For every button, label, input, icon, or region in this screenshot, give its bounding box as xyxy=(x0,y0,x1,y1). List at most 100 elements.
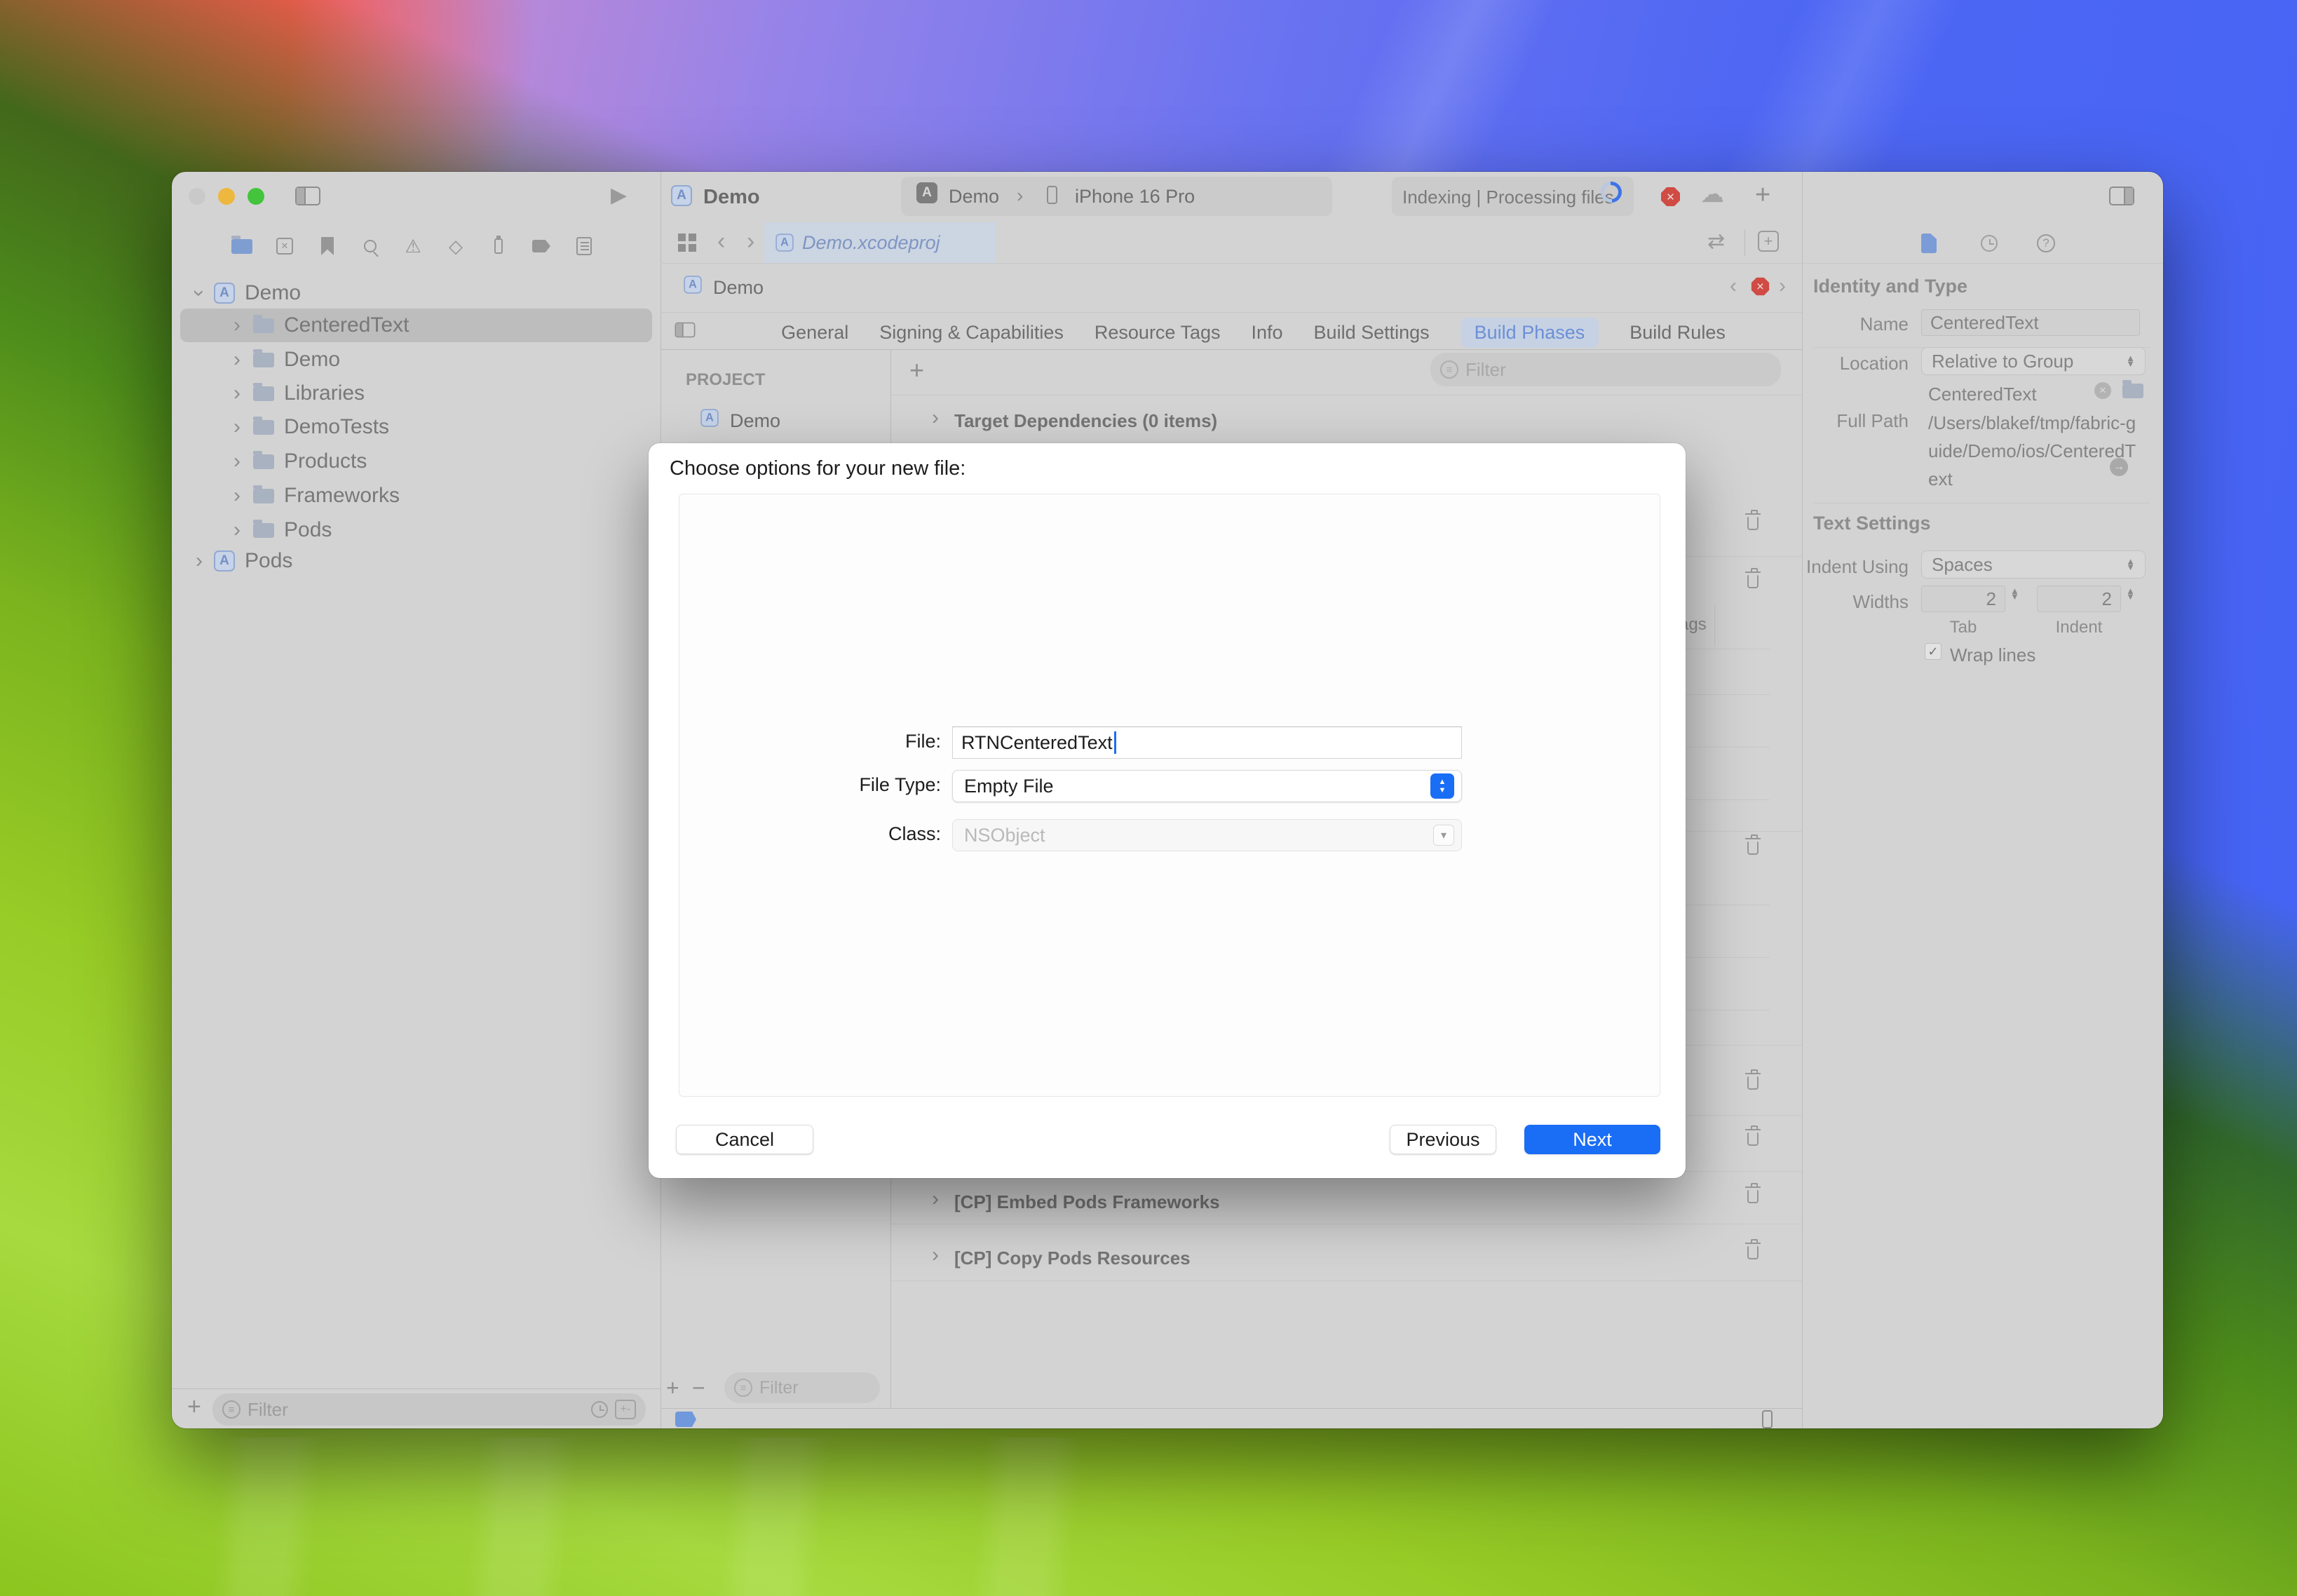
tag-indicator-icon[interactable] xyxy=(675,1412,696,1427)
tree-label[interactable]: DemoTests xyxy=(284,415,389,439)
bookmark-icon[interactable] xyxy=(313,232,341,260)
reveal-arrow-icon[interactable]: → xyxy=(2110,458,2128,476)
disclosure-chevron-icon[interactable]: › xyxy=(233,451,240,472)
disclosure-chevron-icon[interactable]: › xyxy=(932,1189,939,1210)
scheme-project-label[interactable]: Demo xyxy=(949,186,999,208)
add-editor-icon[interactable]: + xyxy=(1758,231,1779,252)
zoom-button[interactable] xyxy=(248,188,264,205)
add-file-button[interactable]: + xyxy=(187,1393,201,1421)
spray-icon[interactable] xyxy=(485,232,513,260)
file-type-popup[interactable]: Empty File ▲▼ xyxy=(952,770,1462,802)
indent-using-popup[interactable]: Spaces ▲▼ xyxy=(1921,550,2146,579)
swap-editor-icon[interactable]: ⇄ xyxy=(1707,229,1725,254)
issue-forward-chevron-icon[interactable]: › xyxy=(1779,274,1786,298)
minimize-button[interactable] xyxy=(218,188,235,205)
navigator-toggle-icon[interactable] xyxy=(295,187,320,205)
indent-width-stepper[interactable]: ▲▼ xyxy=(2126,588,2135,600)
editor-tab-title[interactable]: Demo.xcodeproj xyxy=(802,232,940,254)
sidebar-item-demo-project[interactable]: › Demo xyxy=(172,276,660,310)
remove-target-button[interactable]: − xyxy=(692,1375,705,1401)
trash-icon[interactable] xyxy=(1747,575,1759,588)
name-field[interactable]: CenteredText xyxy=(1921,309,2140,336)
tab-general[interactable]: General xyxy=(781,322,848,344)
project-navigator-icon[interactable] xyxy=(228,232,256,260)
tag-icon[interactable] xyxy=(527,232,555,260)
scheme-device-label[interactable]: iPhone 16 Pro xyxy=(1075,186,1195,208)
disclosure-chevron-icon[interactable]: › xyxy=(932,1245,939,1266)
warning-icon[interactable]: ⚠ xyxy=(399,232,427,260)
tree-label[interactable]: Libraries xyxy=(284,381,365,405)
file-name-input[interactable]: RTNCenteredText xyxy=(952,726,1462,759)
breadcrumb[interactable]: Demo xyxy=(713,277,764,299)
close-button[interactable] xyxy=(189,188,205,205)
class-combobox[interactable]: NSObject ▾ xyxy=(952,819,1462,851)
sidebar-item-frameworks[interactable]: › Frameworks xyxy=(172,479,660,513)
choose-folder-icon[interactable] xyxy=(2122,384,2143,398)
disclosure-chevron-icon[interactable]: › xyxy=(233,520,240,541)
editor-grid-icon[interactable] xyxy=(678,234,696,252)
tree-label[interactable]: Demo xyxy=(245,281,301,305)
tree-label[interactable]: Pods xyxy=(245,549,292,573)
tree-label[interactable]: Demo xyxy=(284,348,340,372)
trash-icon[interactable] xyxy=(1747,1246,1759,1259)
inspector-toggle-icon[interactable] xyxy=(2109,187,2134,205)
target-dependencies-row[interactable]: Target Dependencies (0 items) xyxy=(954,410,1217,432)
tree-label[interactable]: Frameworks xyxy=(284,484,400,508)
sidebar-item-pods-project[interactable]: › Pods xyxy=(172,544,660,578)
trash-icon[interactable] xyxy=(1747,517,1759,530)
indent-width-field[interactable]: 2 xyxy=(2037,586,2121,612)
tab-build-rules[interactable]: Build Rules xyxy=(1629,322,1726,344)
disclosure-chevron-icon[interactable]: › xyxy=(932,407,939,428)
disclosure-chevron-icon[interactable]: › xyxy=(233,485,240,506)
phases-filter-input[interactable]: ≡ Filter xyxy=(1430,353,1781,386)
tab-build-phases[interactable]: Build Phases xyxy=(1461,318,1599,348)
help-inspector-icon[interactable]: ? xyxy=(2037,234,2055,252)
error-badge-icon[interactable] xyxy=(1661,187,1680,206)
tab-resource-tags[interactable]: Resource Tags xyxy=(1095,322,1221,344)
disclosure-chevron-icon[interactable]: › xyxy=(189,290,210,297)
previous-button[interactable]: Previous xyxy=(1390,1125,1496,1154)
add-phase-button[interactable]: + xyxy=(909,356,924,385)
navigator-filter-input[interactable]: ≡ Filter +- xyxy=(212,1393,646,1426)
x-square-icon[interactable]: ✕ xyxy=(271,232,299,260)
wrap-lines-checkbox[interactable]: ✓ xyxy=(1925,643,1942,660)
embed-pods-row[interactable]: [CP] Embed Pods Frameworks xyxy=(954,1191,1220,1213)
tree-label[interactable]: Products xyxy=(284,449,367,473)
run-button[interactable]: ▶ xyxy=(611,183,627,208)
tab-width-field[interactable]: 2 xyxy=(1921,586,2005,612)
targets-filter-input[interactable]: ≡ Filter xyxy=(724,1372,880,1403)
tab-build-settings[interactable]: Build Settings xyxy=(1314,322,1430,344)
disclosure-chevron-icon[interactable]: › xyxy=(233,383,240,404)
disclosure-chevron-icon[interactable]: › xyxy=(233,349,240,370)
next-button[interactable]: Next xyxy=(1524,1125,1660,1154)
diamond-check-icon[interactable]: ◇ xyxy=(442,232,470,260)
tree-label[interactable]: Pods xyxy=(284,518,332,542)
clock-icon[interactable] xyxy=(591,1401,608,1418)
add-toolbar-icon[interactable]: + xyxy=(1755,180,1770,210)
trash-icon[interactable] xyxy=(1747,841,1759,855)
tree-label[interactable]: CenteredText xyxy=(284,313,409,337)
copy-pods-row[interactable]: [CP] Copy Pods Resources xyxy=(954,1247,1191,1269)
add-target-button[interactable]: + xyxy=(666,1375,679,1401)
trash-icon[interactable] xyxy=(1747,1076,1759,1090)
sidebar-item-products[interactable]: › Products xyxy=(172,445,660,478)
canvas-device-icon[interactable] xyxy=(1762,1410,1773,1428)
history-inspector-icon[interactable] xyxy=(1981,235,1998,252)
disclosure-chevron-icon[interactable]: › xyxy=(233,315,240,336)
forward-chevron-icon[interactable]: › xyxy=(747,228,754,255)
sidebar-item-libraries[interactable]: › Libraries xyxy=(172,377,660,410)
search-icon[interactable] xyxy=(356,232,384,260)
sidebar-item-centeredtext[interactable]: › CenteredText xyxy=(172,309,660,342)
membership-toggle-icon[interactable] xyxy=(675,323,696,338)
issue-back-chevron-icon[interactable]: ‹ xyxy=(1730,274,1737,298)
trash-icon[interactable] xyxy=(1747,1132,1759,1146)
sidebar-item-demo-folder[interactable]: › Demo xyxy=(172,343,660,377)
file-inspector-icon[interactable] xyxy=(1921,234,1937,253)
location-popup[interactable]: Relative to Group ▲▼ xyxy=(1921,347,2146,375)
editor-tab[interactable]: Demo.xcodeproj xyxy=(764,222,996,263)
issue-error-badge-icon[interactable] xyxy=(1751,278,1770,296)
tab-signing-capabilities[interactable]: Signing & Capabilities xyxy=(879,322,1064,344)
list-icon[interactable] xyxy=(570,232,598,260)
project-item-demo[interactable]: Demo xyxy=(730,410,780,432)
cancel-button[interactable]: Cancel xyxy=(676,1125,813,1154)
